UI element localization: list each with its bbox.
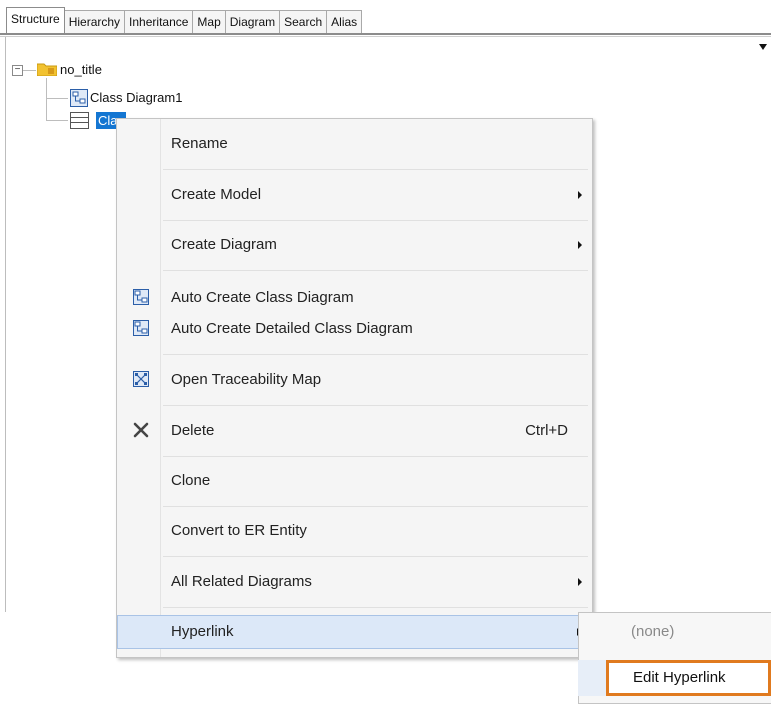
menu-item-label: Auto Create Class Diagram [171,289,354,306]
menu-separator [163,556,588,557]
class-diagram-icon [70,89,88,107]
class-diagram-icon [133,320,149,336]
tabs: Structure Hierarchy Inheritance Map Diag… [6,7,363,33]
tab-hierarchy[interactable]: Hierarchy [63,10,126,33]
submenu-item-label: Edit Hyperlink [633,669,726,686]
menu-item-create-model[interactable]: Create Model [117,178,592,212]
menu-item-label: Rename [171,135,228,152]
menu-item-label: Delete [171,422,215,439]
tab-structure[interactable]: Structure [6,7,65,33]
submenu-item-none: (none) [631,623,675,640]
menu-item-hyperlink[interactable]: Hyperlink [117,615,592,649]
class-diagram-icon [133,289,149,305]
traceability-map-icon [133,371,149,387]
menu-item-delete[interactable]: Delete Ctrl+D [117,414,592,448]
menu-separator [163,405,588,406]
panel-menu-dropdown-icon[interactable] [759,44,767,50]
tab-divider [0,33,771,35]
submenu-arrow-icon [578,191,582,199]
submenu-arrow-icon [578,241,582,249]
tree-node-project[interactable]: no_title [60,62,102,78]
panel-left-border [5,37,6,612]
collapse-toggle-icon[interactable]: − [12,65,23,76]
submenu-item-edit-hyperlink[interactable]: Edit Hyperlink [606,660,771,696]
menu-item-convert-to-er-entity[interactable]: Convert to ER Entity [117,514,592,548]
tab-inheritance[interactable]: Inheritance [124,10,194,33]
menu-separator [163,607,588,608]
menu-separator [163,270,588,271]
menu-item-label: Convert to ER Entity [171,522,307,539]
menu-item-rename[interactable]: Rename [117,127,592,161]
menu-separator [163,506,588,507]
menu-item-label: Open Traceability Map [171,371,322,388]
menu-separator [163,456,588,457]
menu-item-label: Clone [171,472,211,489]
menu-item-label: Auto Create Detailed Class Diagram [171,320,413,337]
tree-node-class-diagram[interactable]: Class Diagram1 [90,90,182,106]
menu-item-auto-create-class-diagram[interactable]: Auto Create Class Diagram [117,281,592,315]
submenu-arrow-icon [578,578,582,586]
menu-item-label: Create Model [171,186,262,203]
tree-connector [46,120,68,121]
class-icon [70,112,89,129]
tree-connector [46,78,47,120]
menu-item-label: Create Diagram [171,236,277,253]
menu-item-clone[interactable]: Clone [117,464,592,498]
menu-item-create-diagram[interactable]: Create Diagram [117,228,592,262]
tab-alias[interactable]: Alias [326,10,363,33]
tab-search[interactable]: Search [279,10,328,33]
tab-map[interactable]: Map [192,10,226,33]
menu-item-shortcut: Ctrl+D [525,422,568,439]
tab-diagram[interactable]: Diagram [224,10,281,33]
project-folder-icon [37,63,57,76]
tab-divider-shadow [0,36,771,37]
menu-separator [163,220,588,221]
tree-connector [46,98,68,99]
menu-separator [163,169,588,170]
tab-bar: Structure Hierarchy Inheritance Map Diag… [0,0,771,40]
menu-separator [163,354,588,355]
menu-item-auto-create-detailed-class-diagram[interactable]: Auto Create Detailed Class Diagram [117,312,592,346]
context-menu: Rename Create Model Create Diagram Auto … [116,118,593,658]
delete-icon [133,422,149,438]
menu-item-label: All Related Diagrams [171,573,312,590]
tree-connector [23,70,36,71]
menu-item-open-traceability-map[interactable]: Open Traceability Map [117,363,592,397]
submenu-hover-strip [578,660,606,696]
menu-item-label: Hyperlink [171,623,234,640]
menu-item-all-related-diagrams[interactable]: All Related Diagrams [117,565,592,599]
